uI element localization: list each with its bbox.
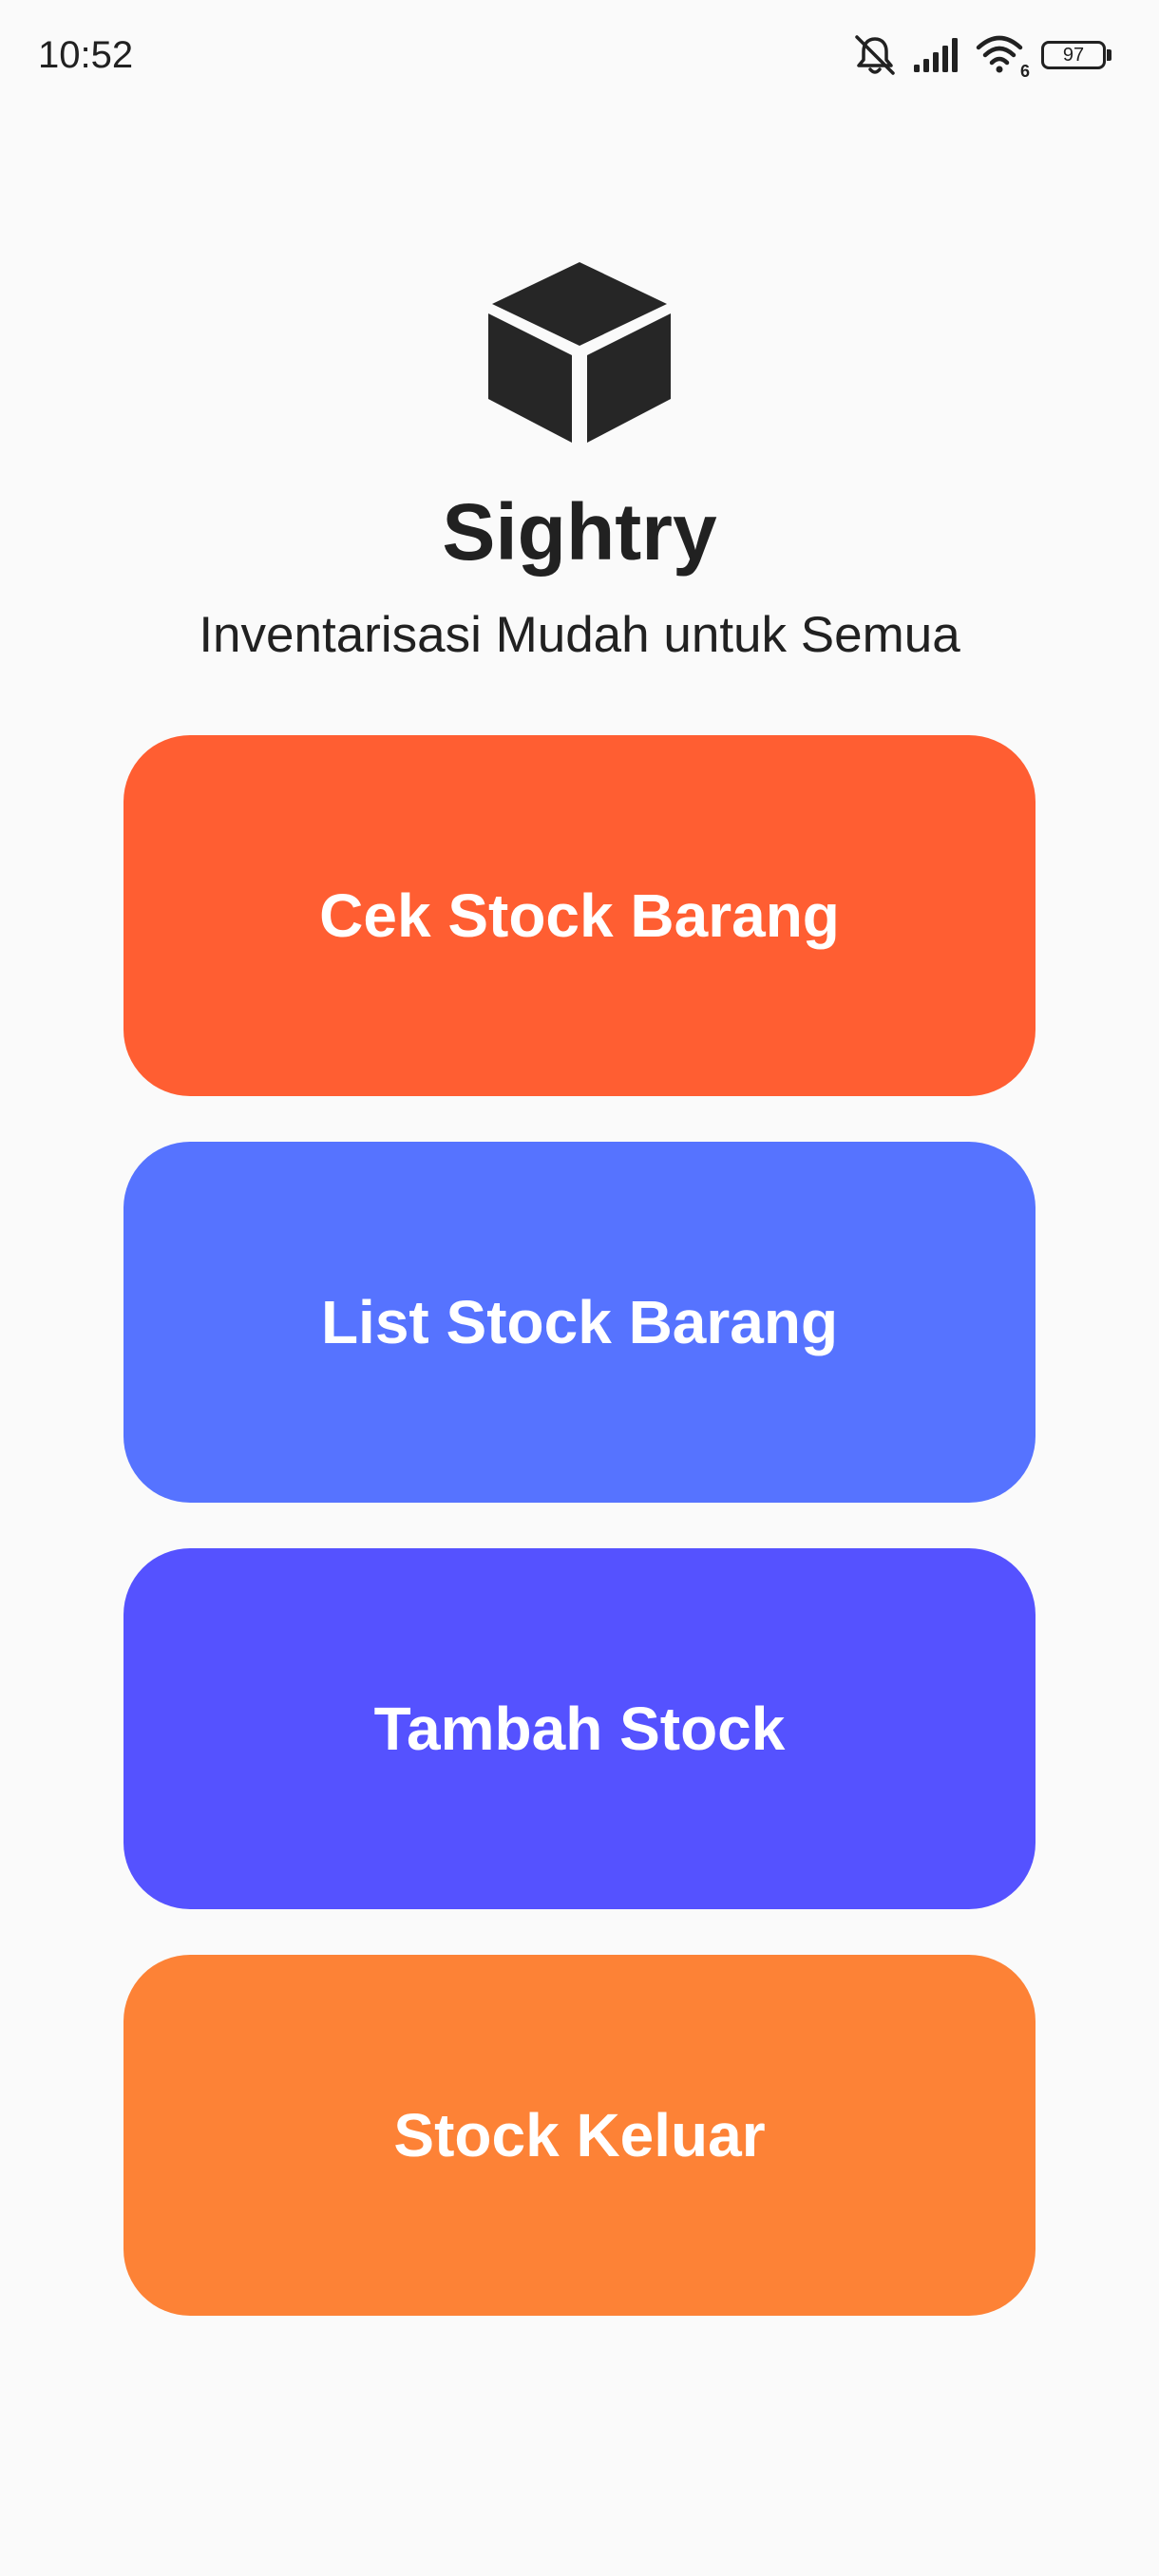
cube-icon: [486, 258, 673, 445]
stock-keluar-button[interactable]: Stock Keluar: [124, 1955, 1036, 2316]
main-menu: Cek Stock Barang List Stock Barang Tamba…: [124, 735, 1036, 2361]
battery-level: 97: [1041, 41, 1106, 69]
status-icons: 6 97: [851, 32, 1112, 80]
signal-icon: [912, 36, 961, 74]
battery-tip: [1107, 49, 1112, 61]
wifi-badge: 6: [1019, 62, 1030, 81]
home-screen: 10:52 6 97 Sightry Inventarisasi Mudah u…: [0, 0, 1159, 2576]
list-stock-barang-button[interactable]: List Stock Barang: [124, 1142, 1036, 1503]
app-title: Sightry: [442, 487, 717, 577]
wifi-icon: 6: [975, 34, 1030, 80]
stock-keluar-label: Stock Keluar: [393, 2101, 766, 2169]
app-subtitle: Inventarisasi Mudah untuk Semua: [199, 607, 960, 663]
cek-stock-barang-button[interactable]: Cek Stock Barang: [124, 735, 1036, 1096]
cek-stock-barang-label: Cek Stock Barang: [319, 881, 840, 950]
list-stock-barang-label: List Stock Barang: [320, 1288, 839, 1356]
tambah-stock-button[interactable]: Tambah Stock: [124, 1548, 1036, 1909]
mute-icon: [851, 33, 899, 77]
status-time: 10:52: [38, 34, 134, 76]
status-bar: 10:52 6 97: [0, 0, 1159, 104]
battery-icon: 97: [1041, 40, 1112, 70]
tambah-stock-label: Tambah Stock: [373, 1695, 786, 1763]
